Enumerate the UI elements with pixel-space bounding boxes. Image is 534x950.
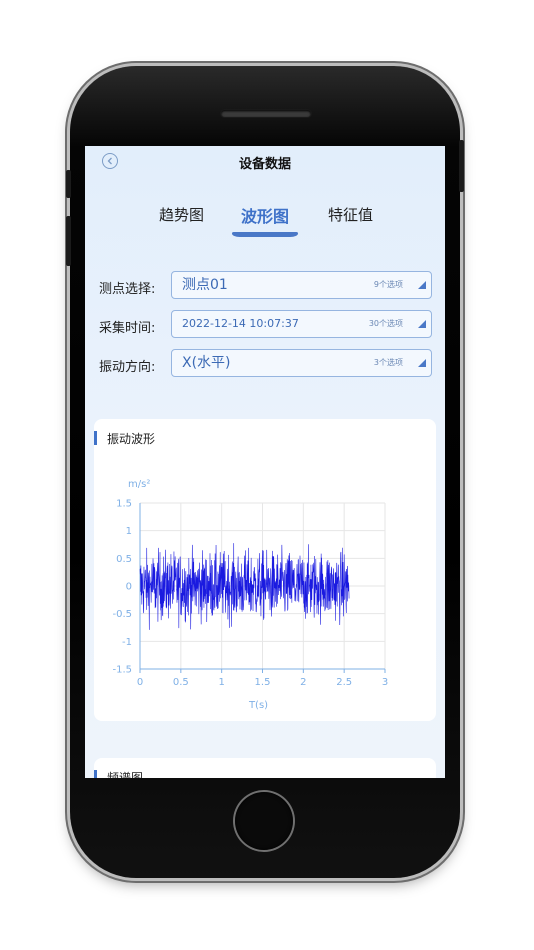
card-accent-bar <box>94 770 97 778</box>
time-select-hint: 30个选项 <box>368 319 403 328</box>
y-tick-label: -1 <box>122 637 132 648</box>
y-tick-label: 1 <box>126 526 132 537</box>
waveform-series-line <box>139 543 350 630</box>
x-tick-label: 0 <box>137 677 143 688</box>
power-button <box>459 140 464 192</box>
direction-select[interactable]: X(水平) 3个选项 <box>171 349 432 377</box>
app-screen: 设备数据 趋势图 波形图 特征值 测点选择: 测点01 9个选项 采集时间: 2… <box>85 146 445 778</box>
x-tick-label: 1 <box>218 677 224 688</box>
point-select-hint: 9个选项 <box>373 280 403 289</box>
direction-select-hint: 3个选项 <box>373 358 403 367</box>
point-select[interactable]: 测点01 9个选项 <box>171 271 432 299</box>
tab-waveform[interactable]: 波形图 <box>241 203 289 227</box>
nav-bar: 设备数据 <box>85 146 445 178</box>
x-tick-label: 2.5 <box>336 677 352 688</box>
waveform-card-title: 振动波形 <box>107 432 156 446</box>
x-tick-label: 2 <box>300 677 306 688</box>
direction-select-value: X(水平) <box>182 355 231 371</box>
spectrum-card-title: 频谱图 <box>107 771 144 778</box>
dropdown-caret-icon <box>418 320 426 328</box>
page-title: 设备数据 <box>238 157 291 172</box>
direction-label: 振动方向: <box>99 360 156 375</box>
mute-switch <box>66 170 71 198</box>
y-tick-label: -1.5 <box>112 665 132 676</box>
dropdown-caret-icon <box>418 281 426 289</box>
time-select-value: 2022-12-14 10:07:37 <box>182 317 299 330</box>
point-select-value: 测点01 <box>182 277 228 293</box>
spectrum-card: 频谱图 <box>94 758 436 778</box>
home-button[interactable] <box>235 792 293 850</box>
y-tick-label: 0.5 <box>116 554 132 565</box>
y-axis-unit-label: m/s² <box>128 479 150 490</box>
time-select[interactable]: 2022-12-14 10:07:37 30个选项 <box>171 310 432 338</box>
y-tick-label: 1.5 <box>116 499 132 510</box>
volume-up-button <box>66 216 71 266</box>
x-tick-label: 0.5 <box>173 677 189 688</box>
time-label: 采集时间: <box>99 321 156 336</box>
dropdown-caret-icon <box>418 359 426 367</box>
y-tick-label: 0 <box>126 582 132 593</box>
x-tick-label: 1.5 <box>255 677 271 688</box>
tab-features[interactable]: 特征值 <box>328 204 373 225</box>
waveform-card: 振动波形 1.5 1 0.5 0 -0.5 -1 -1.5 0 0.5 1 1.5 2 2.5 3 m/s²… <box>94 419 436 721</box>
card-accent-bar <box>94 431 97 445</box>
earpiece-speaker <box>221 110 311 117</box>
y-tick-label: -0.5 <box>112 609 132 620</box>
tab-active-indicator <box>232 232 298 237</box>
point-label: 测点选择: <box>99 282 156 297</box>
tab-trend[interactable]: 趋势图 <box>159 204 204 225</box>
x-tick-label: 3 <box>382 677 388 688</box>
waveform-chart: 1.5 1 0.5 0 -0.5 -1 -1.5 0 0.5 1 1.5 2 2.5 3 m/s² T(s) <box>112 479 388 711</box>
x-axis-title: T(s) <box>248 700 268 711</box>
